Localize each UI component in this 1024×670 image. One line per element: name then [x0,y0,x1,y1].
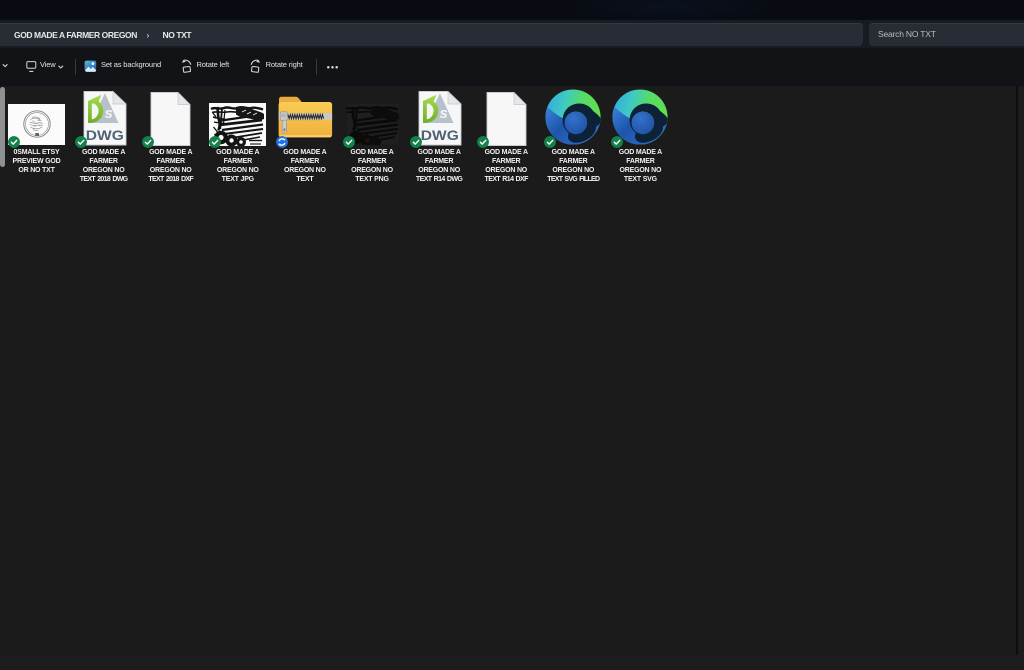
svg-text:s: s [104,105,112,122]
svg-text:DWG: DWG [85,127,123,143]
svg-text:s: s [440,105,448,122]
svg-text:DWG: DWG [421,127,459,143]
